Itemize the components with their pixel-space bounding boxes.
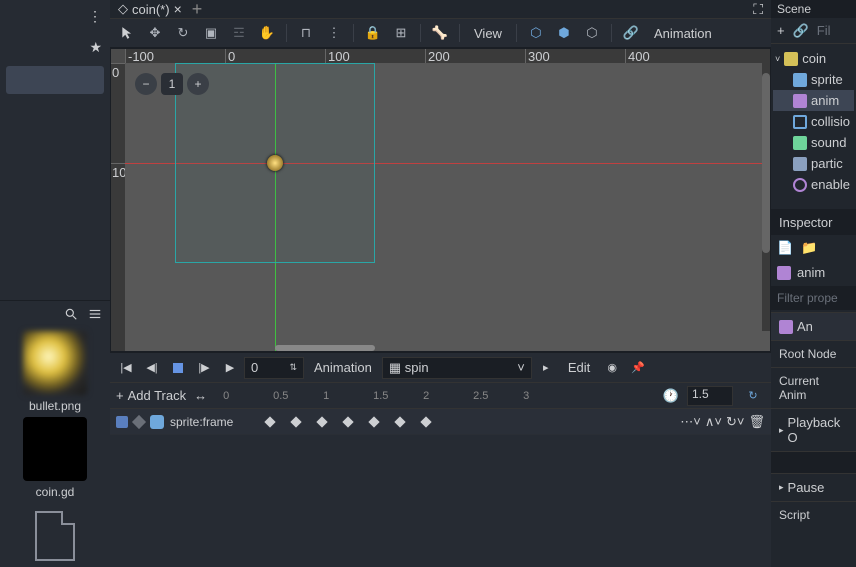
inspector-node[interactable]: anim — [771, 261, 856, 284]
open-resource-icon[interactable]: 📁 — [801, 240, 817, 256]
favorite-slot[interactable] — [6, 66, 104, 94]
search-icon[interactable] — [64, 307, 78, 321]
onion-icon[interactable]: ◉ — [600, 356, 624, 380]
snap-icon-3[interactable]: ⬡ — [581, 22, 603, 44]
filter-placeholder[interactable]: Fil — [817, 23, 831, 38]
new-tab-button[interactable]: + — [192, 0, 203, 20]
list-icon[interactable] — [88, 307, 102, 321]
node-coin[interactable]: ˅coin — [773, 48, 854, 69]
keyframes[interactable] — [256, 418, 674, 426]
loop-icon[interactable]: ↻ — [741, 384, 765, 408]
expand-icon[interactable]: ⛶ — [753, 1, 763, 18]
ruler-horizontal: -1000100200300400 — [125, 49, 770, 63]
sprite-icon — [150, 415, 164, 429]
list-tool: ☲ — [228, 22, 250, 44]
scroll-h[interactable] — [275, 345, 375, 351]
node-sprite[interactable]: sprite — [773, 69, 854, 90]
add-node-icon[interactable]: + — [777, 23, 785, 38]
zoom-in[interactable]: + — [187, 73, 209, 95]
section-an[interactable]: An — [771, 312, 856, 340]
prop-value[interactable] — [771, 451, 856, 473]
key-type-icon — [132, 414, 146, 428]
pan-tool[interactable]: ✋ — [256, 22, 278, 44]
edit-button[interactable]: Edit — [560, 360, 598, 375]
coin-thumb — [23, 417, 87, 481]
clock-icon: 🕐 — [663, 388, 679, 404]
animation-menu[interactable]: Animation — [648, 26, 718, 41]
ruler-vertical: 0100 — [111, 63, 125, 351]
track-checkbox[interactable] — [116, 416, 128, 428]
node-enabler[interactable]: enable — [773, 174, 854, 195]
coin-sprite[interactable] — [267, 155, 283, 171]
loop-mode-icon[interactable]: ↻˅ — [726, 414, 744, 430]
track-name: sprite:frame — [170, 415, 250, 429]
rotate-tool[interactable]: ↻ — [172, 22, 194, 44]
play-fwd[interactable]: |▶ — [192, 356, 216, 380]
add-track-button[interactable]: + Add Track — [116, 388, 186, 403]
node-anim[interactable]: anim — [773, 90, 854, 111]
move-tool[interactable]: ✥ — [144, 22, 166, 44]
bone-tool[interactable]: 🦴 — [429, 22, 451, 44]
zoom-out[interactable]: − — [135, 73, 157, 95]
link-icon[interactable]: 🔗 — [620, 22, 642, 44]
more-icon[interactable]: ⋮ — [323, 22, 345, 44]
scale-tool[interactable]: ▣ — [200, 22, 222, 44]
prop-script[interactable]: Script — [771, 501, 856, 528]
play-rev-start[interactable]: |◀ — [114, 356, 138, 380]
star-icon[interactable]: ★ — [89, 39, 102, 56]
node-sound[interactable]: sound — [773, 132, 854, 153]
wrap-icon[interactable]: ∧˅ — [705, 414, 722, 430]
save-resource-icon[interactable]: 📄 — [777, 240, 793, 256]
trash-icon[interactable]: 🗑 — [748, 414, 765, 430]
close-icon[interactable]: × — [174, 1, 182, 17]
animation-label[interactable]: Animation — [306, 360, 380, 375]
prop-current-anim[interactable]: Current Anim — [771, 367, 856, 408]
dots-icon[interactable]: ⋮ — [88, 8, 102, 25]
interp-icon[interactable]: ⋯˅ — [680, 414, 701, 430]
snap-icon-2[interactable]: ⬢ — [553, 22, 575, 44]
link-node-icon[interactable]: 🔗 — [793, 23, 809, 39]
filter-input[interactable]: Filter prope — [771, 286, 856, 310]
scroll-v[interactable] — [762, 63, 770, 331]
group-tool[interactable]: ⊞ — [390, 22, 412, 44]
snap-icon[interactable]: ↔ — [194, 388, 207, 403]
bullet-thumb — [23, 331, 87, 395]
scene-dock-title: Scene — [771, 0, 856, 18]
length-input[interactable]: 1.5 — [687, 386, 733, 406]
pin-icon[interactable]: 📌 — [626, 356, 650, 380]
viewport[interactable]: -1000100200300400 0100 − 1 + — [110, 48, 771, 352]
animation-select[interactable]: ▦ spin˅ — [382, 357, 532, 379]
stop-button[interactable] — [166, 356, 190, 380]
asset-bullet[interactable]: bullet.png — [4, 331, 106, 413]
ruler-tool[interactable]: ⊓ — [295, 22, 317, 44]
file-icon — [35, 511, 75, 561]
node-particles[interactable]: partic — [773, 153, 854, 174]
time-input[interactable]: 0⇅ — [244, 357, 304, 379]
inspector-title: Inspector — [771, 209, 856, 235]
autoplay-icon[interactable]: ▸ — [534, 356, 558, 380]
timeline-ruler[interactable]: 00.511.522.53 — [223, 390, 655, 402]
asset-coin-script[interactable]: coin.gd — [4, 417, 106, 499]
coin-label: coin.gd — [36, 485, 75, 499]
track-row[interactable]: sprite:frame ⋯˅ ∧˅ ↻˅ 🗑 — [110, 409, 771, 435]
prop-playback[interactable]: ▸Playback O — [771, 408, 856, 451]
snap-icon-1[interactable]: ⬡ — [525, 22, 547, 44]
lock-tool[interactable]: 🔒 — [362, 22, 384, 44]
view-menu[interactable]: View — [468, 26, 508, 41]
node-collision[interactable]: collisio — [773, 111, 854, 132]
prop-pause[interactable]: ▸Pause — [771, 473, 856, 501]
select-tool[interactable] — [116, 22, 138, 44]
plus-icon: + — [116, 388, 124, 403]
prop-root-node[interactable]: Root Node — [771, 340, 856, 367]
play-fwd-end[interactable]: ▶ — [218, 356, 242, 380]
play-rev[interactable]: ◀| — [140, 356, 164, 380]
scene-icon: ◇ — [118, 1, 128, 17]
zoom-reset[interactable]: 1 — [161, 73, 183, 95]
asset-file[interactable] — [4, 503, 106, 561]
tab-coin[interactable]: ◇ coin(*) × — [118, 1, 182, 17]
bullet-label: bullet.png — [29, 399, 81, 413]
